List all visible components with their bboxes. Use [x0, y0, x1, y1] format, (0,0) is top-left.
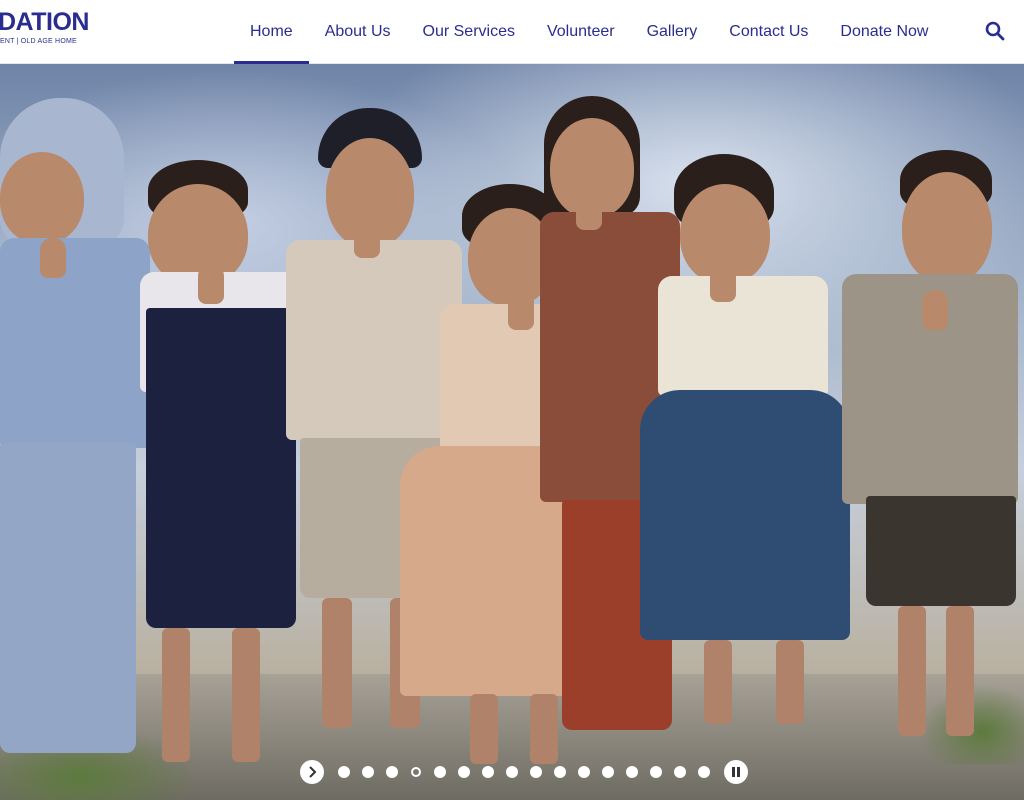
slider-dot[interactable]: [362, 766, 374, 778]
nav-item-gallery[interactable]: Gallery: [631, 0, 714, 64]
chevron-right-icon: [309, 766, 317, 778]
hero-slider: [0, 64, 1024, 800]
hero-photo-child: [0, 98, 150, 798]
nav-item-about-us[interactable]: About Us: [309, 0, 407, 64]
slider-dot[interactable]: [674, 766, 686, 778]
site-header: DATION ENT | OLD AGE HOME Home About Us …: [0, 0, 1024, 64]
slider-dot[interactable]: [386, 766, 398, 778]
slider-dot[interactable]: [482, 766, 494, 778]
slider-dot[interactable]: [578, 766, 590, 778]
slider-dot[interactable]: [338, 766, 350, 778]
logo-tagline: ENT | OLD AGE HOME: [0, 38, 77, 45]
slider-dot[interactable]: [602, 766, 614, 778]
slider-dots: [332, 766, 716, 778]
pause-icon: [732, 767, 740, 777]
nav-item-volunteer[interactable]: Volunteer: [531, 0, 631, 64]
hero-photo-child: [842, 150, 1024, 760]
slider-next-button[interactable]: [300, 760, 324, 784]
nav-item-contact-us[interactable]: Contact Us: [713, 0, 824, 64]
slider-dot[interactable]: [626, 766, 638, 778]
slider-dot[interactable]: [698, 766, 710, 778]
slider-pause-button[interactable]: [724, 760, 748, 784]
main-nav: Home About Us Our Services Volunteer Gal…: [234, 0, 944, 64]
hero-photo-child: [140, 160, 310, 780]
site-logo[interactable]: DATION ENT | OLD AGE HOME: [0, 8, 100, 52]
slider-dot[interactable]: [506, 766, 518, 778]
nav-item-our-services[interactable]: Our Services: [407, 0, 531, 64]
slider-dot[interactable]: [530, 766, 542, 778]
slider-controls: [300, 760, 748, 784]
nav-item-donate-now[interactable]: Donate Now: [824, 0, 944, 64]
slider-dot[interactable]: [434, 766, 446, 778]
search-icon: [985, 21, 1005, 41]
hero-photo-child: [640, 154, 850, 754]
slider-dot[interactable]: [554, 766, 566, 778]
nav-item-home[interactable]: Home: [234, 0, 309, 64]
slider-dot[interactable]: [458, 766, 470, 778]
slider-dot[interactable]: [650, 766, 662, 778]
logo-wordmark: DATION: [0, 8, 89, 36]
slider-dot[interactable]: [411, 767, 421, 777]
search-button[interactable]: [982, 18, 1008, 44]
